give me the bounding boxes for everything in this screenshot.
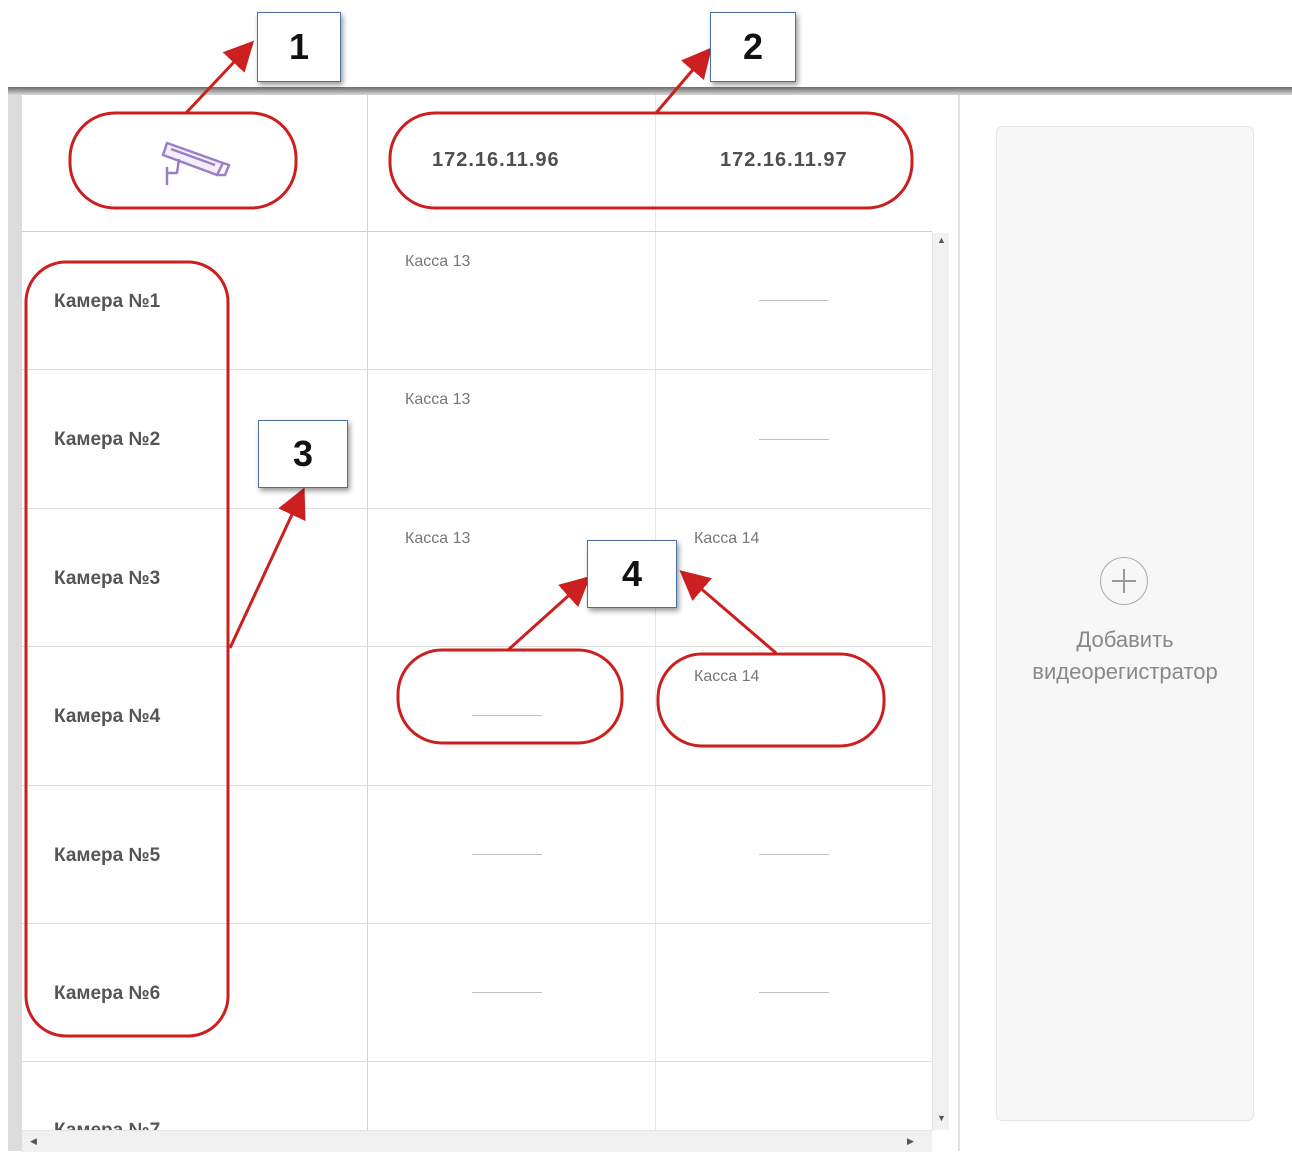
annotation-tag-3: 3 [258, 420, 348, 488]
annotation-tag-1: 1 [257, 12, 341, 82]
highlight-camera-icon [68, 111, 298, 210]
highlight-camera-labels [24, 260, 230, 1038]
annotation-tag-4: 4 [587, 540, 677, 608]
annotation-arrow [184, 40, 255, 115]
highlight-ip-headers [388, 111, 914, 210]
annotation-arrow [654, 47, 712, 114]
annotation-arrow [679, 570, 777, 655]
annotation-tag-2: 2 [710, 12, 796, 82]
annotation-arrow [228, 487, 306, 649]
highlight-empty-cell [396, 648, 624, 745]
annotation-arrow [506, 575, 591, 652]
highlight-assigned-cell [656, 652, 886, 748]
